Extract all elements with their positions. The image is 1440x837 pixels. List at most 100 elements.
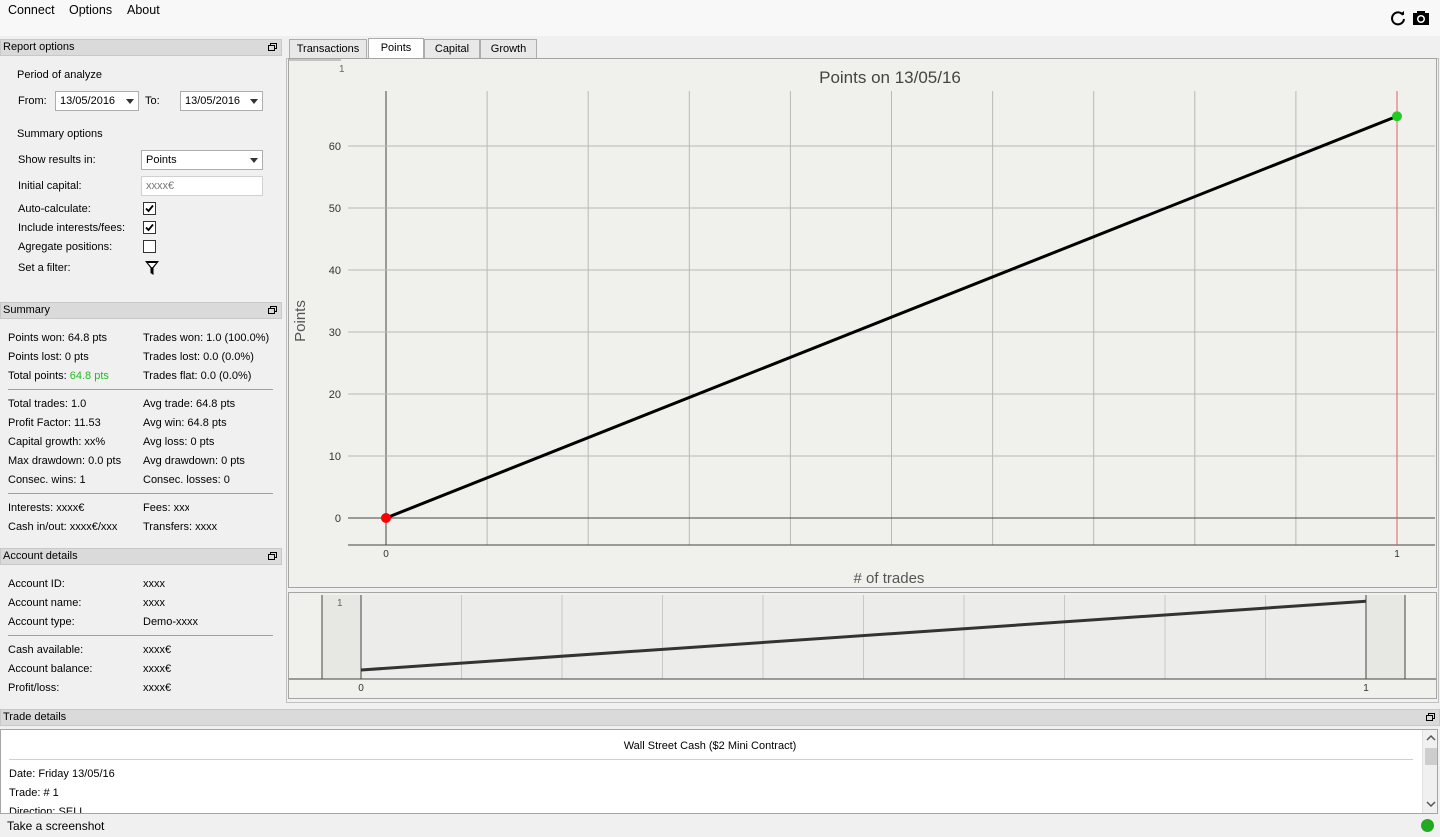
menu-about[interactable]: About [127, 3, 160, 17]
from-label: From: [18, 95, 47, 107]
trade-number: Trade: # 1 [9, 787, 59, 799]
float-icon[interactable] [268, 306, 277, 314]
trades-lost: Trades lost: 0.0 (0.0%) [143, 351, 254, 363]
chevron-down-icon [250, 158, 258, 163]
status-bar: Take a screenshot [0, 815, 1440, 837]
to-label: To: [145, 95, 160, 107]
y-tick-label: 30 [329, 327, 341, 339]
tab-points[interactable]: Points [368, 38, 424, 59]
float-icon[interactable] [268, 43, 277, 51]
profit-loss-label: Profit/loss: [8, 682, 60, 694]
float-icon[interactable] [1426, 713, 1435, 721]
x-tick-label: 0 [383, 549, 389, 560]
y-tick-label: 60 [329, 141, 341, 153]
tab-transactions[interactable]: Transactions [289, 39, 367, 58]
chevron-down-icon [250, 99, 258, 104]
show-results-label: Show results in: [18, 154, 96, 166]
include-fees-label: Include interests/fees: [18, 222, 126, 234]
vertical-scrollbar[interactable] [1422, 730, 1437, 813]
navigator-chart-svg: 0 1 1 [289, 595, 1436, 694]
navigator-corner-label: 1 [337, 598, 343, 609]
scroll-thumb[interactable] [1425, 748, 1437, 765]
divider [8, 493, 273, 494]
y-tick-label: 0 [335, 513, 341, 525]
y-tick-label: 20 [329, 389, 341, 401]
y-tick-label: 50 [329, 203, 341, 215]
tab-capital[interactable]: Capital [424, 39, 480, 58]
aggregate-checkbox[interactable] [143, 240, 156, 253]
show-results-combo[interactable]: Points [141, 150, 263, 170]
initial-capital-label: Initial capital: [18, 180, 82, 192]
navigator-chart[interactable]: 0 1 1 [288, 592, 1437, 699]
status-text: Take a screenshot [7, 819, 105, 833]
auto-calc-label: Auto-calculate: [18, 203, 91, 215]
initial-capital-input[interactable] [141, 176, 263, 196]
to-date-value: 13/05/2016 [185, 95, 241, 107]
account-details-title: Account details [0, 548, 282, 565]
trade-date: Date: Friday 13/05/16 [9, 768, 115, 780]
account-details-title-text: Account details [3, 550, 78, 562]
divider [8, 389, 273, 390]
include-fees-checkbox[interactable] [143, 221, 156, 234]
points-lost: Points lost: 0 pts [8, 351, 89, 363]
fees: Fees: xxx [143, 502, 189, 514]
interests: Interests: xxxx€ [8, 502, 85, 514]
corner-label: 1 [339, 64, 345, 75]
total-points: Total points: 64.8 pts [8, 370, 109, 382]
navigator-x-tick-label: 1 [1363, 683, 1369, 694]
from-date-combo[interactable]: 13/05/2016 [55, 91, 139, 111]
total-points-label: Total points: [8, 370, 67, 382]
report-options-title-text: Report options [3, 41, 75, 53]
x-axis-label: # of trades [854, 570, 925, 587]
points-chart[interactable]: 0 10 20 30 40 50 60 0 1 1 Points on 13/05/16 # of t… [288, 58, 1437, 588]
float-icon[interactable] [268, 552, 277, 560]
trades-flat: Trades flat: 0.0 (0.0%) [143, 370, 252, 382]
account-balance-label: Account balance: [8, 663, 93, 675]
connection-status-indicator [1421, 819, 1434, 832]
instrument-name: Wall Street Cash ($2 Mini Contract) [623, 740, 797, 752]
menu-bar: Connect Options About [0, 0, 1440, 36]
consec-wins: Consec. wins: 1 [8, 474, 86, 486]
chevron-down-icon [126, 99, 134, 104]
profit-loss-value: xxxx€ [143, 682, 172, 694]
cash-inout: Cash in/out: xxxx€/xxx [8, 521, 118, 533]
show-results-value: Points [146, 154, 177, 166]
avg-win: Avg win: 64.8 pts [143, 417, 227, 429]
trade-details-title-text: Trade details [3, 711, 67, 723]
max-drawdown: Max drawdown: 0.0 pts [8, 455, 122, 467]
filter-icon[interactable] [144, 260, 160, 276]
auto-calc-checkbox[interactable] [143, 202, 156, 215]
scroll-down-icon[interactable] [1426, 800, 1436, 808]
trade-direction: Direction: SELL [9, 806, 86, 814]
avg-loss: Avg loss: 0 pts [143, 436, 215, 448]
end-point-marker [1392, 111, 1402, 122]
capital-growth: Capital growth: xx% [8, 436, 106, 448]
avg-trade: Avg trade: 64.8 pts [143, 398, 236, 410]
navigator-x-tick-label: 0 [358, 683, 364, 694]
account-balance-value: xxxx€ [143, 663, 172, 675]
chart-title: Points on 13/05/16 [819, 68, 961, 87]
x-tick-label: 1 [1394, 549, 1400, 560]
account-id-value: xxxx [143, 578, 165, 590]
points-chart-svg: 0 10 20 30 40 50 60 0 1 1 Points on 13/05/16 # of t… [289, 59, 1435, 587]
report-options-title: Report options [0, 39, 282, 56]
tab-growth[interactable]: Growth [480, 39, 537, 58]
account-name-label: Account name: [8, 597, 82, 609]
camera-icon[interactable] [1412, 9, 1430, 27]
total-points-value: 64.8 pts [69, 370, 109, 382]
scroll-up-icon[interactable] [1426, 734, 1436, 742]
total-trades: Total trades: 1.0 [8, 398, 87, 410]
to-date-combo[interactable]: 13/05/2016 [180, 91, 263, 111]
account-id-label: Account ID: [8, 578, 65, 590]
summary-title: Summary [0, 302, 282, 319]
summary-title-text: Summary [3, 304, 51, 316]
divider [9, 759, 1413, 760]
menu-options[interactable]: Options [69, 3, 112, 17]
transfers: Transfers: xxxx [143, 521, 218, 533]
y-tick-label: 40 [329, 265, 341, 277]
summary-options-label: Summary options [17, 128, 103, 140]
divider [8, 635, 273, 636]
menu-connect[interactable]: Connect [8, 3, 55, 17]
refresh-icon[interactable] [1389, 9, 1407, 27]
aggregate-label: Agregate positions: [18, 241, 113, 253]
